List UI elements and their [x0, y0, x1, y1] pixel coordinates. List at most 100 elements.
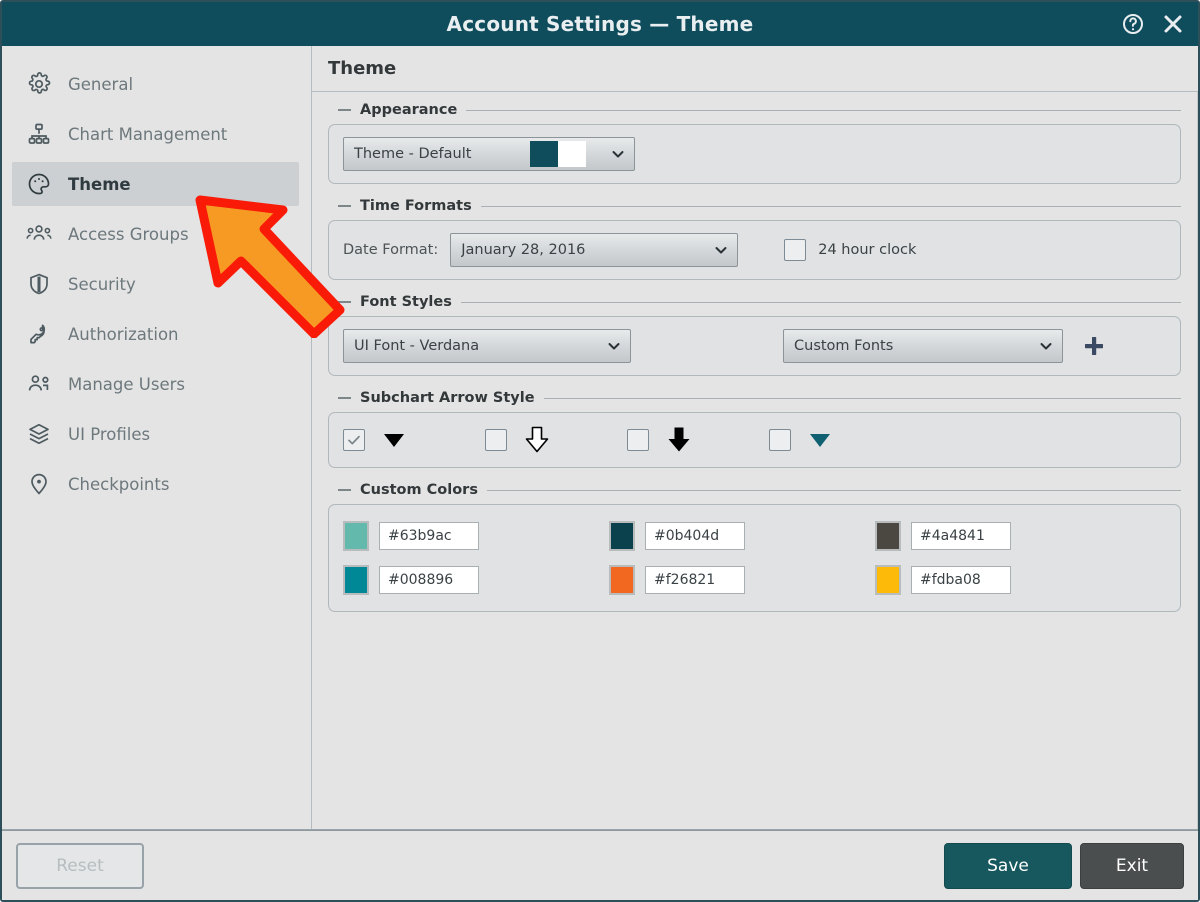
user-group-icon: [26, 221, 52, 247]
font-styles-group: Font Styles UI Font - Verdana Custom Fon…: [328, 294, 1181, 376]
font-styles-legend: Font Styles: [328, 294, 1181, 310]
window-title: Account Settings — Theme: [447, 12, 754, 36]
legend-label: Custom Colors: [360, 482, 478, 498]
settings-content: Theme Appearance Theme - Default: [312, 46, 1198, 829]
appearance-legend: Appearance: [328, 102, 1181, 118]
color-swatch[interactable]: [875, 521, 901, 551]
ui-font-value: UI Font - Verdana: [354, 338, 596, 354]
outline-arrow-down-icon[interactable]: [523, 425, 557, 455]
color-hex-input[interactable]: #63b9ac: [379, 522, 479, 550]
save-button[interactable]: Save: [944, 843, 1072, 889]
arrow-style-option-4: [769, 429, 911, 451]
color-hex-input[interactable]: #fdba08: [911, 566, 1011, 594]
legend-dash-icon: [338, 301, 351, 303]
sidebar-item-ui-profiles[interactable]: UI Profiles: [12, 412, 299, 456]
gear-icon: [26, 71, 52, 97]
arrow-style-checkbox-1[interactable]: [343, 429, 365, 451]
custom-colors-row: #63b9ac #0b404d #4a4841: [343, 521, 1166, 551]
key-icon: [26, 321, 52, 347]
date-format-label: Date Format:: [343, 242, 438, 258]
sidebar-item-label: Manage Users: [68, 375, 185, 394]
window-body: General Chart Management: [2, 46, 1198, 830]
sidebar-item-label: General: [68, 75, 133, 94]
solid-triangle-down-icon[interactable]: [807, 429, 841, 451]
chevron-down-icon: [610, 146, 626, 162]
solid-triangle-down-icon[interactable]: [381, 429, 415, 451]
time-formats-legend: Time Formats: [328, 198, 1181, 214]
sidebar-item-general[interactable]: General: [12, 62, 299, 106]
reset-button[interactable]: Reset: [16, 843, 144, 889]
custom-colors-group: Custom Colors #63b9ac #0b404d: [328, 482, 1181, 612]
layers-icon: [26, 421, 52, 447]
theme-select[interactable]: Theme - Default: [343, 137, 635, 171]
custom-color-3: #4a4841: [875, 521, 1141, 551]
legend-rule: [487, 490, 1181, 491]
arrow-style-checkbox-2[interactable]: [485, 429, 507, 451]
close-icon[interactable]: [1160, 11, 1186, 37]
custom-color-6: #fdba08: [875, 565, 1141, 595]
theme-swatch-pair: [530, 141, 586, 167]
sidebar-item-label: UI Profiles: [68, 425, 150, 444]
chevron-down-icon: [713, 242, 729, 258]
sidebar-item-label: Chart Management: [68, 125, 227, 144]
chevron-down-icon: [1038, 338, 1054, 354]
color-swatch[interactable]: [343, 565, 369, 595]
page-title: Theme: [312, 46, 1198, 92]
sidebar-item-label: Security: [68, 275, 136, 294]
sidebar-item-manage-users[interactable]: Manage Users: [12, 362, 299, 406]
sidebar-item-security[interactable]: Security: [12, 262, 299, 306]
palette-icon: [26, 171, 52, 197]
color-swatch[interactable]: [343, 521, 369, 551]
custom-fonts-select[interactable]: Custom Fonts: [783, 329, 1063, 363]
24-hour-clock-field: 24 hour clock: [784, 239, 916, 261]
content-scroll-area: Appearance Theme - Default: [312, 92, 1198, 829]
theme-select-value: Theme - Default: [354, 146, 524, 162]
arrow-style-options: [343, 425, 911, 455]
custom-colors-row: #008896 #f26821 #fdba08: [343, 565, 1166, 595]
sidebar-item-theme[interactable]: Theme: [12, 162, 299, 206]
color-hex-input[interactable]: #4a4841: [911, 522, 1011, 550]
custom-color-4: #008896: [343, 565, 609, 595]
legend-dash-icon: [338, 109, 351, 111]
legend-rule: [544, 398, 1181, 399]
color-hex-input[interactable]: #f26821: [645, 566, 745, 594]
color-swatch[interactable]: [609, 521, 635, 551]
theme-swatch-primary: [530, 141, 558, 167]
legend-rule: [461, 302, 1181, 303]
legend-dash-icon: [338, 397, 351, 399]
arrow-style-option-1: [343, 429, 485, 451]
exit-button[interactable]: Exit: [1080, 843, 1184, 889]
custom-fonts-value: Custom Fonts: [794, 338, 1028, 354]
date-format-select[interactable]: January 28, 2016: [450, 233, 738, 267]
color-hex-input[interactable]: #0b404d: [645, 522, 745, 550]
color-swatch[interactable]: [609, 565, 635, 595]
ui-font-select[interactable]: UI Font - Verdana: [343, 329, 631, 363]
custom-colors-legend: Custom Colors: [328, 482, 1181, 498]
custom-color-5: #f26821: [609, 565, 875, 595]
custom-color-2: #0b404d: [609, 521, 875, 551]
sidebar-item-checkpoints[interactable]: Checkpoints: [12, 462, 299, 506]
help-circle-icon[interactable]: [1120, 11, 1146, 37]
sidebar-item-authorization[interactable]: Authorization: [12, 312, 299, 356]
solid-arrow-down-icon[interactable]: [665, 425, 699, 455]
time-formats-group: Time Formats Date Format: January 28, 20…: [328, 198, 1181, 280]
arrow-style-option-3: [627, 425, 769, 455]
custom-colors-box: #63b9ac #0b404d #4a4841: [328, 504, 1181, 612]
sidebar-item-chart-management[interactable]: Chart Management: [12, 112, 299, 156]
title-bar: Account Settings — Theme: [2, 2, 1198, 46]
arrow-style-checkbox-3[interactable]: [627, 429, 649, 451]
custom-color-1: #63b9ac: [343, 521, 609, 551]
arrow-style-checkbox-4[interactable]: [769, 429, 791, 451]
title-bar-controls: [1120, 2, 1186, 46]
24-hour-clock-checkbox[interactable]: [784, 239, 806, 261]
color-hex-input[interactable]: #008896: [379, 566, 479, 594]
theme-swatch-secondary: [558, 141, 586, 167]
24-hour-clock-label: 24 hour clock: [818, 242, 916, 258]
sidebar-item-label: Checkpoints: [68, 475, 169, 494]
legend-rule: [481, 206, 1181, 207]
time-formats-box: Date Format: January 28, 2016 24 hour cl…: [328, 220, 1181, 280]
color-swatch[interactable]: [875, 565, 901, 595]
add-custom-font-button[interactable]: [1079, 331, 1109, 361]
legend-label: Font Styles: [360, 294, 452, 310]
sidebar-item-access-groups[interactable]: Access Groups: [12, 212, 299, 256]
